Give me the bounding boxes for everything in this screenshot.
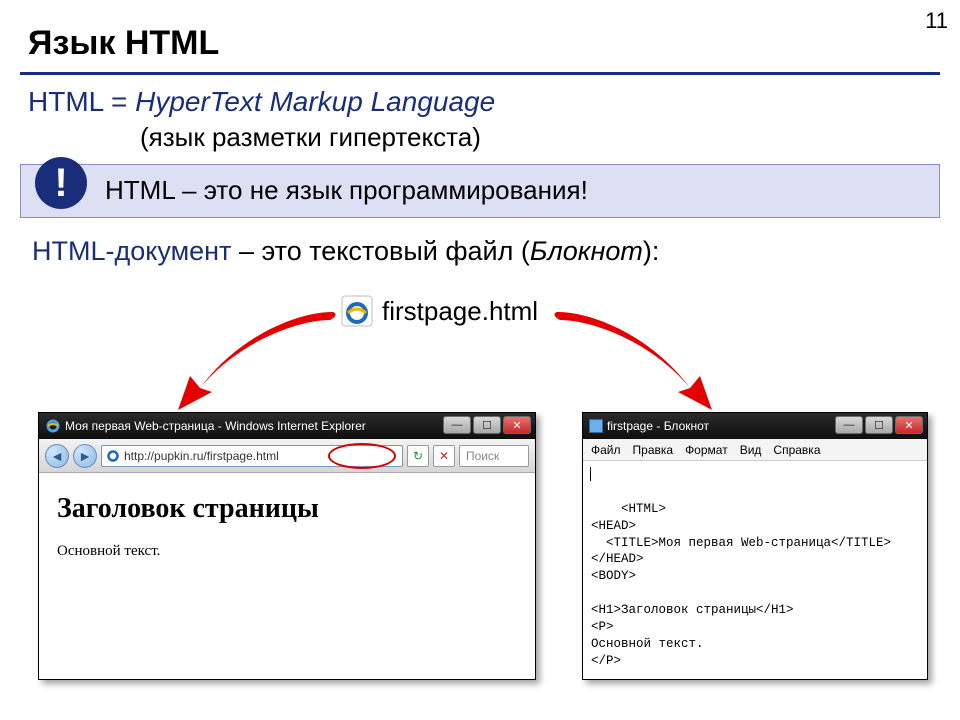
- notepad-body[interactable]: <HTML> <HEAD> <TITLE>Моя первая Web-стра…: [583, 461, 927, 679]
- notepad-content: <HTML> <HEAD> <TITLE>Моя первая Web-стра…: [591, 502, 891, 679]
- slide-title: Язык HTML: [28, 24, 219, 63]
- menu-help[interactable]: Справка: [773, 443, 820, 457]
- file-name: firstpage.html: [382, 296, 538, 327]
- browser-window: Моя первая Web-страница - Windows Intern…: [38, 412, 536, 680]
- callout-text: HTML – это не язык программирования!: [105, 175, 588, 206]
- back-button[interactable]: ◄: [45, 444, 69, 468]
- def-prefix: HTML =: [28, 86, 135, 117]
- menu-view[interactable]: Вид: [740, 443, 762, 457]
- highlight-oval: [328, 443, 396, 469]
- page-heading: Заголовок страницы: [57, 493, 517, 525]
- notepad-window: firstpage - Блокнот — ☐ ✕ Файл Правка Фо…: [582, 412, 928, 680]
- callout-box: ! HTML – это не язык программирования!: [20, 164, 940, 218]
- document-line: HTML-документ – это текстовый файл (Блок…: [32, 236, 659, 267]
- menu-format[interactable]: Формат: [685, 443, 728, 457]
- doc-close: ):: [643, 236, 660, 266]
- browser-titlebar: Моя первая Web-страница - Windows Intern…: [39, 413, 535, 439]
- close-button[interactable]: ✕: [895, 416, 923, 434]
- notepad-menu: Файл Правка Формат Вид Справка: [583, 439, 927, 461]
- arrow-left-icon: [160, 310, 350, 420]
- doc-app: Блокнот: [530, 236, 643, 266]
- notepad-title: firstpage - Блокнот: [607, 419, 709, 433]
- minimize-button[interactable]: —: [835, 416, 863, 434]
- search-box[interactable]: Поиск: [459, 445, 529, 467]
- browser-toolbar: ◄ ► http://pupkin.ru/firstpage.html ↻ ✕ …: [39, 439, 535, 473]
- ie-titlebar-icon: [45, 418, 61, 434]
- page-paragraph: Основной текст.: [57, 543, 517, 560]
- ie-address-icon: [106, 449, 120, 463]
- menu-edit[interactable]: Правка: [633, 443, 674, 457]
- maximize-button[interactable]: ☐: [473, 416, 501, 434]
- minimize-button[interactable]: —: [443, 416, 471, 434]
- definition-line-1: HTML = HyperText Markup Language: [28, 86, 495, 118]
- maximize-button[interactable]: ☐: [865, 416, 893, 434]
- stop-button[interactable]: ✕: [433, 445, 455, 467]
- forward-button[interactable]: ►: [73, 444, 97, 468]
- notepad-titlebar: firstpage - Блокнот — ☐ ✕: [583, 413, 927, 439]
- doc-term: HTML-документ: [32, 236, 231, 266]
- address-bar[interactable]: http://pupkin.ru/firstpage.html: [101, 445, 403, 467]
- refresh-button[interactable]: ↻: [407, 445, 429, 467]
- browser-content: Заголовок страницы Основной текст.: [39, 473, 535, 580]
- title-rule: [20, 72, 940, 75]
- def-expansion: HyperText Markup Language: [135, 86, 495, 117]
- file-block: firstpage.html: [340, 294, 538, 328]
- exclamation-icon: !: [35, 157, 87, 209]
- close-button[interactable]: ✕: [503, 416, 531, 434]
- browser-title: Моя первая Web-страница - Windows Intern…: [65, 419, 366, 433]
- notepad-icon: [589, 419, 603, 433]
- text-caret: [590, 467, 591, 481]
- arrow-right-icon: [540, 310, 730, 420]
- menu-file[interactable]: Файл: [591, 443, 621, 457]
- doc-rest: – это текстовый файл (: [231, 236, 529, 266]
- page-number: 11: [925, 8, 948, 34]
- address-text: http://pupkin.ru/firstpage.html: [124, 449, 279, 463]
- definition-line-2: (язык разметки гипертекста): [140, 122, 481, 153]
